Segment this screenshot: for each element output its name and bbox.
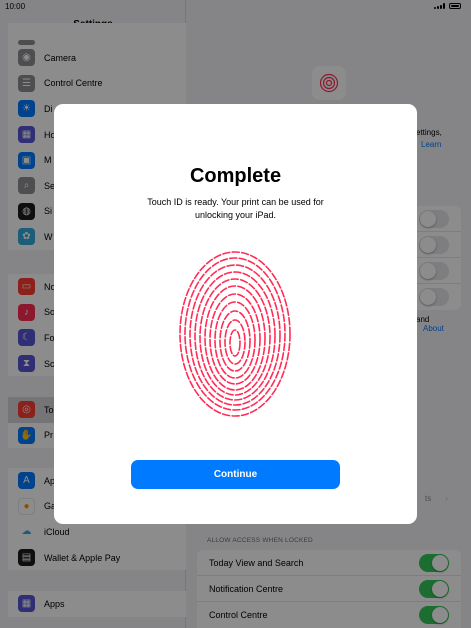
battery-icon <box>449 3 461 9</box>
fingerprint-icon <box>179 251 291 417</box>
status-bar: 10:00 <box>0 0 471 14</box>
status-indicators <box>434 3 461 9</box>
touch-id-complete-dialog: Complete Touch ID is ready. Your print c… <box>54 104 417 524</box>
status-time: 10:00 <box>5 2 26 11</box>
signal-icon <box>434 3 445 9</box>
dialog-message: Touch ID is ready. Your print can be use… <box>147 197 324 220</box>
continue-button[interactable]: Continue <box>131 460 340 489</box>
dialog-title: Complete <box>189 165 282 187</box>
